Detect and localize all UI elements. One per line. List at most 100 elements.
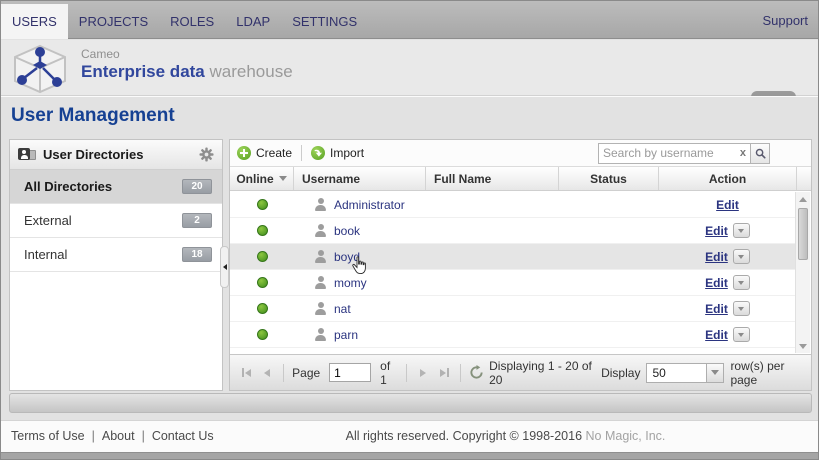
column-header-online[interactable]: Online bbox=[230, 167, 294, 190]
create-button-label: Create bbox=[256, 146, 292, 160]
arrow-up-icon bbox=[799, 197, 807, 202]
last-page-button[interactable] bbox=[436, 364, 452, 382]
edit-link[interactable]: Edit bbox=[705, 250, 728, 264]
import-button-label: Import bbox=[330, 146, 364, 160]
brand-wordmark: Cameo Enterprise data warehouse bbox=[81, 48, 293, 82]
username-link[interactable]: boyd bbox=[334, 250, 360, 264]
tab-settings[interactable]: SETTINGS bbox=[281, 4, 368, 39]
row-actions-menu-button[interactable] bbox=[733, 249, 750, 264]
user-icon bbox=[314, 276, 327, 289]
gear-icon[interactable] bbox=[199, 147, 214, 162]
tab-roles[interactable]: ROLES bbox=[159, 4, 225, 39]
username-link[interactable]: parn bbox=[334, 328, 358, 342]
user-icon bbox=[314, 250, 327, 263]
row-actions-menu-button[interactable] bbox=[733, 327, 750, 342]
title-bar: User Management bbox=[1, 96, 818, 136]
scrollbar-thumb[interactable] bbox=[798, 208, 808, 260]
users-table-panel: Create Import x bbox=[229, 139, 812, 391]
footer-links: Terms of Use | About | Contact Us bbox=[11, 429, 214, 443]
create-button[interactable]: Create bbox=[237, 146, 292, 160]
select-arrow-button[interactable] bbox=[706, 364, 723, 382]
row-actions-menu-button[interactable] bbox=[733, 301, 750, 316]
about-link[interactable]: About bbox=[102, 429, 135, 443]
online-status-dot bbox=[257, 277, 268, 288]
rows-per-page-suffix: row(s) per page bbox=[730, 359, 803, 387]
sidebar-item-all-directories[interactable]: All Directories 20 bbox=[10, 170, 222, 204]
edit-link[interactable]: Edit bbox=[705, 302, 728, 316]
username-link[interactable]: Administrator bbox=[334, 198, 405, 212]
edit-link[interactable]: Edit bbox=[705, 328, 728, 342]
bottom-strip bbox=[1, 452, 819, 460]
column-header-fullname[interactable]: Full Name bbox=[426, 167, 559, 190]
username-link[interactable]: book bbox=[334, 224, 360, 238]
table-row[interactable]: momy Edit bbox=[230, 270, 796, 296]
prev-page-button[interactable] bbox=[259, 364, 275, 382]
table-row[interactable]: Administrator Edit bbox=[230, 192, 796, 218]
column-header-action[interactable]: Action bbox=[659, 167, 797, 190]
tab-ldap[interactable]: LDAP bbox=[225, 4, 281, 39]
chevron-down-icon bbox=[738, 281, 744, 285]
displaying-label: Displaying 1 - 20 of 20 bbox=[489, 359, 596, 387]
edit-link[interactable]: Edit bbox=[705, 276, 728, 290]
arrow-down-icon bbox=[799, 344, 807, 349]
top-nav: USERS PROJECTS ROLES LDAP SETTINGS Suppo… bbox=[1, 1, 818, 39]
edit-link[interactable]: Edit bbox=[716, 198, 739, 212]
bottom-panel-bar[interactable] bbox=[9, 393, 812, 413]
tab-users[interactable]: USERS bbox=[1, 4, 68, 39]
username-link[interactable]: momy bbox=[334, 276, 367, 290]
sidebar-item-internal[interactable]: Internal 18 bbox=[10, 238, 222, 272]
table-row[interactable]: boyd Edit bbox=[230, 244, 796, 270]
online-status-dot bbox=[257, 329, 268, 340]
row-actions-menu-button[interactable] bbox=[733, 275, 750, 290]
sidebar-item-external[interactable]: External 2 bbox=[10, 204, 222, 238]
username-link[interactable]: nat bbox=[334, 302, 351, 316]
user-icon bbox=[314, 328, 327, 341]
support-link[interactable]: Support bbox=[762, 1, 808, 39]
table-row[interactable]: book Edit bbox=[230, 218, 796, 244]
prev-page-icon bbox=[264, 369, 270, 377]
refresh-button[interactable] bbox=[469, 365, 484, 380]
copyright-prefix: All rights reserved. Copyright © 1998-20… bbox=[346, 429, 586, 443]
company-name: No Magic, Inc. bbox=[586, 429, 666, 443]
row-actions-menu-button[interactable] bbox=[733, 223, 750, 238]
username-search-input[interactable] bbox=[599, 146, 736, 160]
submit-search-button[interactable] bbox=[750, 144, 769, 163]
rows-per-page-group: Display 50 row(s) per page bbox=[601, 359, 803, 387]
chevron-down-icon bbox=[738, 307, 744, 311]
first-page-button[interactable] bbox=[238, 364, 254, 382]
user-icon bbox=[314, 224, 327, 237]
brand-name-bold: Enterprise data bbox=[81, 62, 205, 81]
chevron-down-icon bbox=[738, 255, 744, 259]
column-header-status[interactable]: Status bbox=[559, 167, 659, 190]
table-row[interactable]: parn Edit bbox=[230, 322, 796, 348]
count-badge: 2 bbox=[182, 213, 212, 228]
edit-link[interactable]: Edit bbox=[705, 224, 728, 238]
page-label: Page bbox=[292, 366, 320, 380]
tab-projects[interactable]: PROJECTS bbox=[68, 4, 159, 39]
panel-collapse-handle[interactable] bbox=[220, 246, 229, 288]
vertical-scrollbar[interactable] bbox=[795, 192, 810, 353]
page-title: User Management bbox=[11, 105, 175, 127]
collapse-left-icon bbox=[223, 264, 227, 270]
scroll-up-button[interactable] bbox=[796, 192, 810, 206]
column-header-username[interactable]: Username bbox=[294, 167, 426, 190]
import-button[interactable]: Import bbox=[311, 146, 364, 160]
user-directories-panel: User Directories All Directories 20 Exte… bbox=[9, 139, 223, 391]
count-badge: 20 bbox=[182, 179, 212, 194]
table-body: Administrator Edit book Edit boyd Edit bbox=[230, 192, 796, 348]
sidebar-title: User Directories bbox=[43, 147, 192, 162]
online-status-dot bbox=[257, 251, 268, 262]
next-page-button[interactable] bbox=[415, 364, 431, 382]
rows-per-page-select[interactable]: 50 bbox=[646, 363, 724, 383]
count-badge: 18 bbox=[182, 247, 212, 262]
cameo-logo-icon bbox=[9, 44, 71, 94]
online-status-dot bbox=[257, 199, 268, 210]
terms-of-use-link[interactable]: Terms of Use bbox=[11, 429, 85, 443]
contact-us-link[interactable]: Contact Us bbox=[152, 429, 214, 443]
brand-bar: Cameo Enterprise data warehouse bbox=[1, 40, 818, 96]
table-row[interactable]: nat Edit bbox=[230, 296, 796, 322]
toolbar-divider bbox=[301, 145, 302, 161]
page-number-input[interactable] bbox=[329, 363, 371, 382]
clear-search-icon[interactable]: x bbox=[736, 147, 750, 159]
scroll-down-button[interactable] bbox=[796, 339, 810, 353]
